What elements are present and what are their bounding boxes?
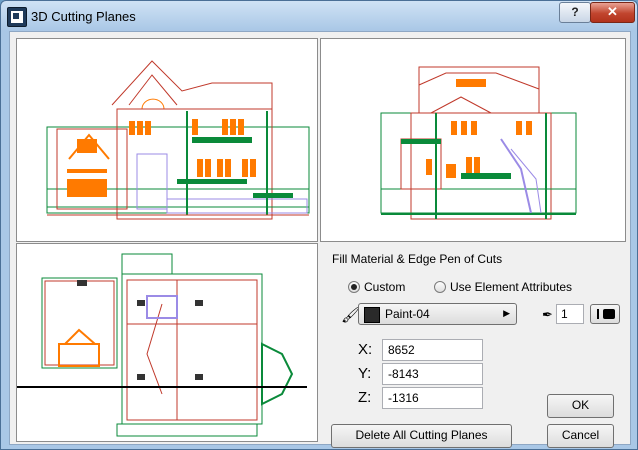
dialog-window: 3D Cutting Planes ? ✕ Fill Material & Ed… bbox=[0, 0, 638, 450]
pen-line-icon bbox=[597, 309, 599, 319]
z-label: Z: bbox=[358, 389, 372, 406]
radio-selected-dot bbox=[351, 284, 357, 290]
edge-pen-button[interactable] bbox=[590, 304, 620, 324]
help-button[interactable]: ? bbox=[559, 2, 591, 23]
elevation-view-front[interactable] bbox=[320, 38, 626, 242]
roof-outline bbox=[111, 60, 273, 149]
radio-use-element-attributes-label[interactable]: Use Element Attributes bbox=[450, 280, 572, 294]
pen-color-icon bbox=[603, 309, 615, 319]
material-swatch bbox=[364, 307, 380, 323]
x-label: X: bbox=[358, 341, 373, 358]
close-button[interactable]: ✕ bbox=[590, 2, 635, 23]
z-field[interactable]: -1316 bbox=[382, 387, 483, 409]
radio-custom[interactable] bbox=[348, 281, 360, 293]
window-title: 3D Cutting Planes bbox=[31, 9, 136, 24]
pen-number-field[interactable]: 1 bbox=[556, 304, 584, 324]
radio-use-element-attributes[interactable] bbox=[434, 281, 446, 293]
radio-custom-label[interactable]: Custom bbox=[364, 280, 405, 294]
x-field[interactable]: 8652 bbox=[382, 339, 483, 361]
y-label: Y: bbox=[358, 365, 372, 382]
pen-icon: ✒ bbox=[542, 307, 553, 322]
title-bar[interactable]: 3D Cutting Planes ? ✕ bbox=[1, 1, 637, 31]
elevation-view-side[interactable] bbox=[16, 38, 318, 242]
ok-button[interactable]: OK bbox=[547, 394, 614, 418]
delete-all-cutting-planes-button[interactable]: Delete All Cutting Planes bbox=[331, 424, 512, 448]
dropdown-arrow-icon: ▶ bbox=[503, 308, 510, 318]
material-dropdown[interactable]: Paint-04 ▶ bbox=[358, 303, 517, 325]
material-name: Paint-04 bbox=[385, 307, 430, 321]
cancel-button[interactable]: Cancel bbox=[547, 424, 614, 448]
dialog-body: Fill Material & Edge Pen of Cuts Custom … bbox=[9, 31, 631, 448]
y-field[interactable]: -8143 bbox=[382, 363, 483, 385]
app-icon bbox=[7, 7, 27, 27]
plan-view[interactable] bbox=[16, 243, 318, 442]
fill-section-heading: Fill Material & Edge Pen of Cuts bbox=[332, 252, 503, 266]
